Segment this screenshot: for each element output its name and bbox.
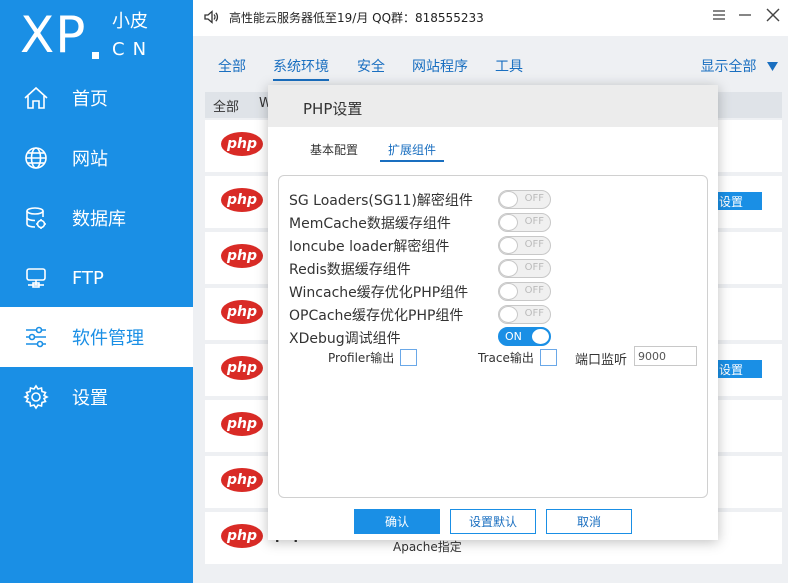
option-label-memcache: MemCache数据缓存组件 bbox=[289, 216, 451, 232]
sidebar-item-label: 设置 bbox=[72, 388, 108, 409]
logo-main: XP bbox=[20, 6, 87, 64]
minimize-icon bbox=[738, 9, 752, 25]
toggle-knob bbox=[499, 191, 518, 208]
sidebar-item-label: 网站 bbox=[72, 149, 108, 170]
toggle-state: OFF bbox=[524, 216, 544, 227]
option-label-wincache: Wincache缓存优化PHP组件 bbox=[289, 285, 469, 301]
sidebar-item-label: FTP bbox=[72, 267, 104, 289]
toggle-knob bbox=[499, 214, 518, 231]
toggle-knob bbox=[499, 260, 518, 277]
settings-button[interactable]: 设置 bbox=[715, 360, 762, 378]
toggle-memcache[interactable]: OFF bbox=[498, 213, 551, 232]
database-icon bbox=[22, 204, 50, 232]
sidebar: XP 小皮 CN 首页 网站 数据库 FTP 软件管理 设置 bbox=[0, 0, 193, 583]
tab-tools[interactable]: 工具 bbox=[495, 56, 523, 79]
software-dependency: Apache指定 bbox=[393, 540, 462, 554]
sidebar-item-label: 首页 bbox=[72, 89, 108, 110]
php-logo: php bbox=[221, 356, 263, 380]
profiler-output-label: Profiler输出 bbox=[328, 351, 395, 365]
sidebar-item-label: 软件管理 bbox=[72, 328, 144, 349]
port-listen-input[interactable] bbox=[634, 346, 697, 366]
logo-dot bbox=[92, 52, 99, 59]
option-label-ioncube: Ioncube loader解密组件 bbox=[289, 239, 450, 255]
tab-extensions[interactable]: 扩展组件 bbox=[380, 141, 445, 162]
php-logo: php bbox=[221, 412, 263, 436]
trace-output-label: Trace输出 bbox=[478, 351, 534, 365]
sidebar-item-ftp[interactable]: FTP bbox=[0, 248, 193, 308]
php-logo: php bbox=[221, 244, 263, 268]
toggle-redis[interactable]: OFF bbox=[498, 259, 551, 278]
php-logo: php bbox=[221, 188, 263, 212]
toggle-xdebug[interactable]: ON bbox=[498, 327, 551, 346]
php-settings-dialog: PHP设置 基本配置 扩展组件 SG Loaders(SG11)解密组件 OFF… bbox=[268, 85, 718, 540]
show-all-label: 显示全部 bbox=[700, 59, 757, 75]
logo-cn-bottom: CN bbox=[112, 39, 155, 60]
toggle-ioncube[interactable]: OFF bbox=[498, 236, 551, 255]
logo-cn-top: 小皮 bbox=[112, 11, 148, 32]
toggle-knob bbox=[499, 283, 518, 300]
show-all-button[interactable]: 显示全部 bbox=[701, 56, 778, 76]
option-label-opcache: OPCache缓存优化PHP组件 bbox=[289, 308, 464, 324]
option-label-xdebug: XDebug调试组件 bbox=[289, 331, 401, 347]
tab-all[interactable]: 全部 bbox=[218, 56, 246, 79]
toggle-state: OFF bbox=[524, 239, 544, 250]
menu-icon bbox=[712, 9, 726, 25]
set-default-button[interactable]: 设置默认 bbox=[450, 509, 536, 534]
sidebar-item-settings[interactable]: 设置 bbox=[0, 367, 193, 427]
gear-icon bbox=[22, 383, 50, 411]
top-bar: 高性能云服务器低至19/月 QQ群：818555233 bbox=[193, 0, 788, 36]
menu-button[interactable] bbox=[707, 6, 731, 28]
dialog-header: PHP设置 bbox=[268, 85, 718, 127]
extensions-panel: SG Loaders(SG11)解密组件 OFF MemCache数据缓存组件 … bbox=[278, 175, 708, 498]
tab-system-env[interactable]: 系统环境 bbox=[273, 56, 329, 81]
php-logo: php bbox=[221, 524, 263, 548]
toggle-opcache[interactable]: OFF bbox=[498, 305, 551, 324]
dialog-title: PHP设置 bbox=[303, 100, 363, 118]
sidebar-item-home[interactable]: 首页 bbox=[0, 68, 193, 128]
confirm-button[interactable]: 确认 bbox=[354, 509, 440, 534]
notice-text[interactable]: 高性能云服务器低至19/月 QQ群：818555233 bbox=[229, 9, 484, 26]
category-tabs: 全部 系统环境 安全 网站程序 工具 显示全部 bbox=[193, 40, 788, 81]
tab-basic-config[interactable]: 基本配置 bbox=[310, 141, 358, 158]
minimize-button[interactable] bbox=[733, 6, 757, 28]
sidebar-item-website[interactable]: 网站 bbox=[0, 128, 193, 188]
subtab-all[interactable]: 全部 bbox=[213, 96, 239, 115]
option-label-sg-loaders: SG Loaders(SG11)解密组件 bbox=[289, 193, 473, 209]
close-button[interactable] bbox=[761, 6, 785, 28]
ftp-icon bbox=[22, 264, 50, 292]
settings-button[interactable]: 设置 bbox=[715, 192, 762, 210]
sidebar-item-software[interactable]: 软件管理 bbox=[0, 307, 193, 367]
php-logo: php bbox=[221, 132, 263, 156]
profiler-output-checkbox[interactable] bbox=[400, 349, 417, 366]
toggle-wincache[interactable]: OFF bbox=[498, 282, 551, 301]
option-label-redis: Redis数据缓存组件 bbox=[289, 262, 411, 278]
toggle-state: ON bbox=[505, 330, 522, 343]
toggle-knob bbox=[531, 328, 550, 345]
cancel-button[interactable]: 取消 bbox=[546, 509, 632, 534]
sidebar-item-database[interactable]: 数据库 bbox=[0, 188, 193, 248]
php-logo: php bbox=[221, 300, 263, 324]
toggle-sg-loaders[interactable]: OFF bbox=[498, 190, 551, 209]
globe-icon bbox=[22, 144, 50, 172]
trace-output-checkbox[interactable] bbox=[540, 349, 557, 366]
home-icon bbox=[22, 84, 50, 112]
speaker-icon bbox=[203, 9, 219, 29]
triangle-down-icon bbox=[767, 59, 778, 75]
tab-website-programs[interactable]: 网站程序 bbox=[412, 56, 468, 79]
toggle-knob bbox=[499, 237, 518, 254]
toggle-knob bbox=[499, 306, 518, 323]
port-listen-label: 端口监听 bbox=[575, 353, 628, 368]
app-logo: XP 小皮 CN bbox=[20, 6, 148, 66]
close-icon bbox=[766, 8, 780, 26]
sidebar-item-label: 数据库 bbox=[72, 209, 126, 230]
toggle-state: OFF bbox=[524, 193, 544, 204]
sliders-icon bbox=[22, 323, 50, 351]
php-logo: php bbox=[221, 468, 263, 492]
tab-security[interactable]: 安全 bbox=[357, 56, 385, 79]
toggle-state: OFF bbox=[524, 262, 544, 273]
toggle-state: OFF bbox=[524, 285, 544, 296]
toggle-state: OFF bbox=[524, 308, 544, 319]
